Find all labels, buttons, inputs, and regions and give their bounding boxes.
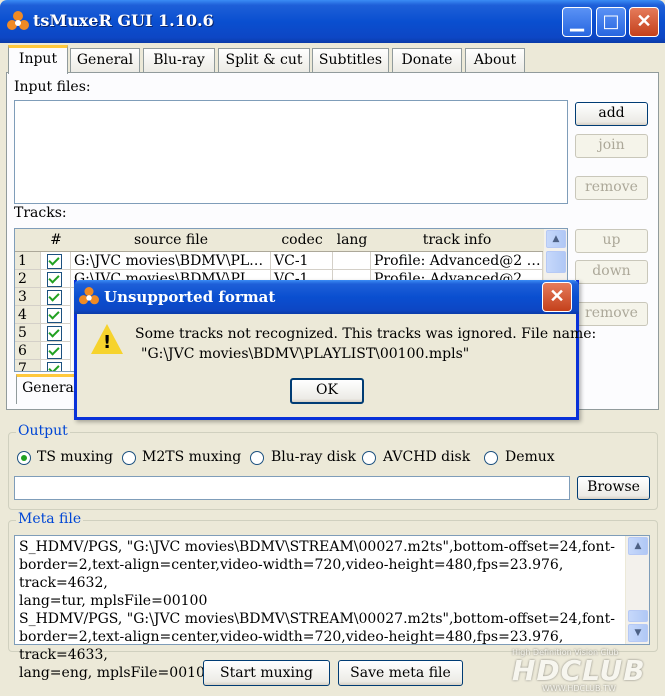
scroll-thumb[interactable] (546, 251, 566, 273)
row-number: 3 (15, 288, 41, 306)
add-button[interactable]: add (575, 102, 648, 126)
scroll-up-arrow-icon[interactable]: ▲ (546, 230, 566, 248)
m2ts-muxing-label[interactable]: M2TS muxing (142, 449, 241, 465)
tab-subtitles[interactable]: Subtitles (312, 48, 389, 72)
track-codec[interactable]: VC-1 (271, 252, 333, 270)
row-header-column (15, 229, 42, 252)
hdclub-logo: HDCLUB (512, 654, 646, 687)
track-enabled-cell[interactable] (41, 342, 71, 360)
track-enabled-cell[interactable] (41, 360, 71, 371)
tab-blu-ray[interactable]: Blu-ray (143, 48, 215, 72)
track-enabled-checkbox[interactable] (47, 362, 62, 371)
row-number: 2 (15, 270, 41, 288)
dialog-message-line2: "G:\JVC movies\BDMV\PLAYLIST\00100.mpls" (141, 346, 470, 362)
demux-radio[interactable] (484, 451, 498, 465)
tab-general[interactable]: General (70, 48, 140, 72)
track-enabled-cell[interactable] (41, 288, 71, 306)
warning-exclamation: ! (103, 332, 112, 353)
dialog-title: Unsupported format (104, 288, 276, 306)
track-enabled-checkbox[interactable] (47, 272, 62, 287)
row-number: 7 (15, 360, 41, 371)
join-button[interactable]: join (575, 134, 648, 158)
avchd-disk-radio[interactable] (362, 451, 376, 465)
meta-scrollbar[interactable]: ▲ ▼ (625, 536, 649, 644)
tab-donate[interactable]: Donate (392, 48, 462, 72)
row-number: 6 (15, 342, 41, 360)
minimize-button[interactable]: ▁ (562, 7, 592, 37)
meta-file-group-title: Meta file (16, 511, 84, 527)
track-lang[interactable] (333, 252, 371, 270)
track-enabled-cell[interactable] (41, 252, 71, 270)
tab-about[interactable]: About (465, 48, 525, 72)
dialog-message-line1: Some tracks not recognized. This tracks … (135, 326, 597, 342)
tracks-label: Tracks: (14, 205, 67, 221)
window-title: tsMuxeR GUI 1.10.6 (33, 11, 214, 30)
output-path-input[interactable] (14, 476, 570, 500)
blu-ray-disk-radio[interactable] (250, 451, 264, 465)
remove-track-button[interactable]: remove (575, 302, 648, 326)
dialog-title-bar[interactable]: Unsupported format ✕ (74, 280, 579, 314)
remove-file-button[interactable]: remove (575, 176, 648, 200)
ok-button[interactable]: OK (290, 378, 364, 404)
track-enabled-checkbox[interactable] (47, 254, 62, 269)
meta-file-textarea[interactable]: S_HDMV/PGS, "G:\JVC movies\BDMV\STREAM\0… (14, 535, 650, 681)
tsmuxer-logo-icon (7, 11, 29, 30)
hdclub-watermark: High Definition Vision Club HDCLUB WWW.H… (512, 646, 662, 694)
track-down-button[interactable]: down (575, 260, 648, 284)
start-muxing-button[interactable]: Start muxing (203, 660, 330, 686)
watermark-url: WWW.HDCLUB.TW (542, 684, 616, 693)
blu-ray-disk-label[interactable]: Blu-ray disk (271, 449, 356, 465)
track-subtab-general[interactable]: Genera (16, 374, 80, 404)
input-files-label: Input files: (14, 79, 91, 95)
close-button[interactable]: ✕ (629, 7, 659, 37)
save-meta-file-button[interactable]: Save meta file (338, 660, 463, 686)
ts-muxing-label[interactable]: TS muxing (37, 449, 113, 465)
scroll-up-arrow-icon[interactable]: ▲ (628, 537, 648, 555)
track-enabled-checkbox[interactable] (47, 290, 62, 305)
scroll-down-arrow-icon[interactable]: ▼ (628, 624, 648, 642)
track-enabled-cell[interactable] (41, 324, 71, 342)
row-number: 4 (15, 306, 41, 324)
row-number: 1 (15, 252, 41, 270)
m2ts-muxing-radio[interactable] (122, 451, 136, 465)
track-enabled-cell[interactable] (41, 306, 71, 324)
column-header-codec[interactable]: codec (271, 229, 334, 252)
track-enabled-cell[interactable] (41, 270, 71, 288)
dialog-close-button[interactable]: ✕ (542, 282, 572, 312)
track-enabled-checkbox[interactable] (47, 308, 62, 323)
browse-button[interactable]: Browse (577, 476, 650, 500)
column-header-track-info[interactable]: track info (371, 229, 544, 252)
tsmuxer-logo-icon (79, 287, 99, 305)
avchd-disk-label[interactable]: AVCHD disk (383, 449, 470, 465)
ts-muxing-radio[interactable] (17, 451, 31, 465)
track-enabled-checkbox[interactable] (47, 344, 62, 359)
tab-input[interactable]: Input (8, 45, 68, 74)
track-info[interactable]: Profile: Advanced@2 … (371, 252, 543, 270)
scroll-thumb[interactable] (628, 610, 648, 622)
column-header-index[interactable]: # (41, 229, 72, 252)
column-header-lang[interactable]: lang (333, 229, 372, 252)
track-up-button[interactable]: up (575, 229, 648, 253)
input-files-list[interactable] (14, 100, 568, 204)
column-header-source-file[interactable]: source file (71, 229, 272, 252)
track-enabled-checkbox[interactable] (47, 326, 62, 341)
maximize-button[interactable]: □ (596, 7, 626, 37)
output-group-title: Output (16, 423, 70, 439)
demux-label[interactable]: Demux (505, 449, 555, 465)
track-source-file[interactable]: G:\JVC movies\BDMV\PL… (71, 252, 271, 270)
row-number: 5 (15, 324, 41, 342)
tab-split-cut[interactable]: Split & cut (218, 48, 310, 72)
